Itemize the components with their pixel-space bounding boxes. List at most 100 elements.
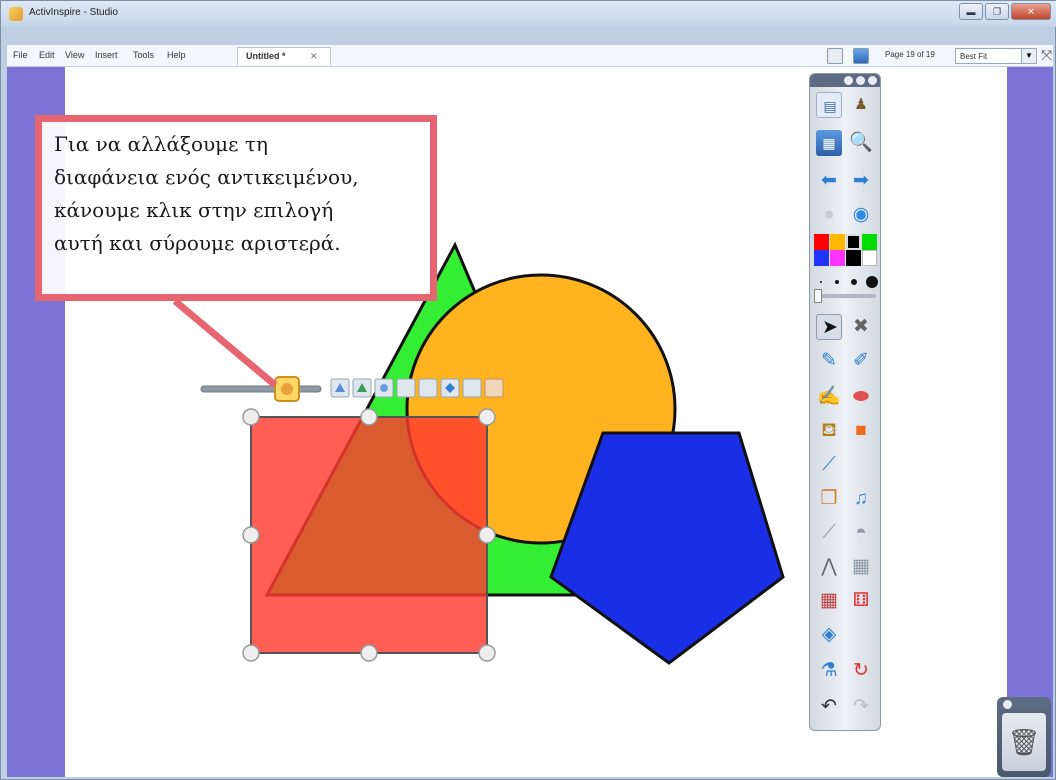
previous-page-icon[interactable]: ⬅ — [816, 168, 842, 194]
window-title: ActivInspire - Studio — [29, 7, 118, 18]
presenter-icon[interactable]: ♟ — [848, 92, 874, 118]
pen-width-option[interactable] — [851, 279, 857, 285]
disabled-icon[interactable]: ● — [816, 202, 842, 228]
menu-file[interactable]: File — [13, 50, 28, 60]
pen-width-option[interactable] — [866, 276, 878, 288]
color-swatch[interactable] — [862, 234, 877, 250]
title-bar: ActivInspire - Studio ▬ ❐ ✕ — [1, 1, 1056, 27]
select-icon[interactable]: ➤ — [816, 314, 842, 340]
eraser-icon[interactable]: ⬬ — [848, 384, 874, 410]
next-page-icon[interactable]: ➡ — [848, 168, 874, 194]
media-icon[interactable]: ♫ — [848, 486, 874, 512]
callout-line: Για να αλλάξουμε τη — [54, 132, 268, 156]
menu-insert[interactable]: Insert — [95, 50, 118, 60]
trash-can[interactable]: 🗑 — [1002, 713, 1046, 771]
color-swatch[interactable] — [830, 234, 845, 250]
callout-pointer — [172, 298, 278, 388]
pen-width-option[interactable] — [835, 280, 839, 284]
web-browser-icon[interactable]: ◉ — [848, 202, 874, 228]
menu-icon[interactable] — [484, 378, 504, 398]
toolbox-header[interactable] — [810, 74, 880, 87]
page-view-icon[interactable] — [853, 48, 869, 64]
clear-icon[interactable]: ⚗ — [816, 658, 842, 684]
toolbox-menu-icon[interactable] — [844, 76, 853, 85]
color-swatch[interactable] — [862, 250, 877, 266]
tab-untitled[interactable]: Untitled * ✕ — [237, 47, 331, 65]
resize-handle[interactable] — [242, 644, 260, 662]
spotlight-icon[interactable]: ◈ — [816, 622, 842, 648]
resize-handle[interactable] — [242, 408, 260, 426]
menu-tools[interactable]: Tools — [133, 50, 154, 60]
resize-handle[interactable] — [478, 526, 496, 544]
tab-label: Untitled * — [246, 51, 286, 61]
menu-edit[interactable]: Edit — [39, 50, 55, 60]
callout-line: διαφάνεια ενός αντικειμένου, — [54, 165, 359, 189]
tools-icon[interactable]: ✖ — [848, 314, 874, 340]
group-dot — [380, 384, 388, 392]
menu-view[interactable]: View — [65, 50, 84, 60]
compass-icon[interactable]: ⋀ — [816, 554, 842, 580]
color-swatch[interactable] — [846, 234, 861, 250]
trash-widget: 🗑 — [997, 697, 1051, 777]
toolbox-collapse-icon[interactable] — [868, 76, 877, 85]
lock-icon[interactable] — [396, 378, 416, 398]
restore-icon: ❐ — [992, 6, 1002, 16]
slider-thumb-dot — [281, 383, 293, 395]
redo-icon[interactable]: ↷ — [848, 694, 874, 720]
close-icon: ✕ — [1027, 6, 1035, 16]
app-window: ActivInspire - Studio ▬ ❐ ✕ File Edit Vi… — [0, 0, 1056, 780]
dual-user-icon[interactable] — [827, 48, 843, 64]
calculator-icon[interactable]: ▦ — [848, 554, 874, 580]
pen-icon[interactable]: ✎ — [816, 348, 842, 374]
grid-icon[interactable]: ▦ — [816, 588, 842, 614]
shape-icon[interactable]: ■ — [848, 418, 874, 444]
chevron-down-icon[interactable]: ▼ — [1021, 48, 1037, 64]
page-indicator: Page 19 of 19 — [885, 50, 935, 59]
object-toolbar — [200, 376, 504, 402]
transparency-slider-icon[interactable] — [200, 385, 322, 393]
page-browser-icon[interactable]: ▤ — [816, 92, 842, 118]
callout-line: κάνουμε κλικ στην επιλογή — [54, 198, 334, 222]
protractor-icon[interactable]: ◓ — [848, 520, 874, 546]
callout-line: αυτή και σύρουμε αριστερά. — [54, 231, 341, 255]
fullscreen-icon[interactable]: ⤧ — [1041, 48, 1052, 62]
close-button[interactable]: ✕ — [1011, 3, 1051, 20]
magic-ink-icon[interactable]: ✍ — [816, 384, 842, 410]
color-swatch[interactable] — [814, 250, 829, 266]
duplicate-icon[interactable] — [418, 378, 438, 398]
minimize-button[interactable]: ▬ — [959, 3, 983, 20]
red-square[interactable] — [250, 416, 488, 654]
menu-bar: File Edit View Insert Tools Help Untitle… — [7, 45, 1053, 67]
flipchart-icon[interactable]: ▦ — [816, 130, 842, 156]
connector-icon[interactable]: ⟋ — [816, 452, 842, 478]
resize-handle[interactable] — [360, 408, 378, 426]
reset-icon[interactable]: ↻ — [848, 658, 874, 684]
activinspire-icon — [9, 7, 23, 21]
resize-handle[interactable] — [242, 526, 260, 544]
menu-help[interactable]: Help — [167, 50, 186, 60]
tab-close-icon[interactable]: ✕ — [310, 51, 318, 62]
ruler-icon[interactable]: ⟋ — [816, 520, 842, 546]
resource-icon[interactable]: ❐ — [816, 486, 842, 512]
maximize-button[interactable]: ❐ — [985, 3, 1009, 20]
text-icon[interactable] — [462, 378, 482, 398]
callout-text: Για να αλλάξουμε τη διαφάνεια ενός αντικ… — [54, 128, 424, 260]
color-swatch[interactable] — [846, 250, 861, 266]
instruction-callout: Για να αλλάξουμε τη διαφάνεια ενός αντικ… — [35, 115, 437, 301]
color-swatch[interactable] — [830, 250, 845, 266]
trash-menu-icon[interactable] — [1003, 700, 1012, 709]
pen-width-slider[interactable] — [814, 294, 876, 298]
resize-handle[interactable] — [360, 644, 378, 662]
rotate-handle[interactable] — [478, 408, 496, 426]
fill-icon[interactable]: ⛾ — [816, 418, 842, 444]
color-swatch[interactable] — [814, 234, 829, 250]
zoom-icon[interactable]: 🔍 — [848, 130, 874, 156]
toolbox-pin-icon[interactable] — [856, 76, 865, 85]
highlighter-icon[interactable]: ✐ — [848, 348, 874, 374]
resize-handle[interactable] — [478, 644, 496, 662]
pen-width-slider-thumb[interactable] — [814, 289, 822, 303]
pen-width-option[interactable] — [820, 281, 822, 283]
dice-icon[interactable]: ⚅ — [848, 588, 874, 614]
minimize-icon: ▬ — [966, 6, 976, 17]
undo-icon[interactable]: ↶ — [816, 694, 842, 720]
